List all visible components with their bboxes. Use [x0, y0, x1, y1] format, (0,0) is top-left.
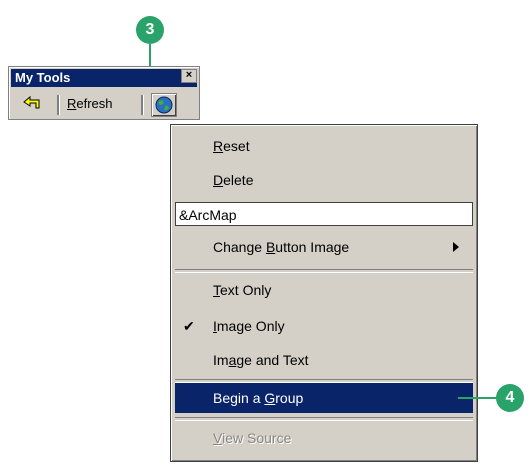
globe-icon — [155, 96, 173, 114]
toolbar-separator — [57, 95, 59, 115]
refresh-mnemonic: R — [67, 96, 77, 111]
toolbar-title-text: My Tools — [15, 70, 71, 85]
menu-item-view-source: View Source — [213, 430, 292, 446]
name-field[interactable]: &ArcMap — [175, 202, 473, 226]
menu-item-reset[interactable]: Reset — [175, 131, 473, 161]
customize-context-menu: Reset Delete &ArcMap Change Button Image… — [170, 124, 478, 462]
toolbar-separator-2 — [141, 95, 143, 115]
up-arrow-button[interactable] — [21, 93, 45, 115]
callout-4: 4 — [496, 384, 524, 412]
menu-item-begin-a-group[interactable]: Begin a Group — [175, 383, 473, 413]
menu-item-image-only[interactable]: ✔ Image Only — [175, 311, 473, 341]
menu-separator-3 — [175, 417, 473, 421]
toolbar-title: My Tools — [11, 69, 197, 87]
toolbar-row: Refresh — [13, 93, 195, 117]
menu-item-text-only[interactable]: Text Only — [175, 275, 473, 305]
close-icon: × — [185, 69, 193, 81]
menu-item-image-and-text[interactable]: Image and Text — [175, 345, 473, 375]
submenu-arrow-icon — [453, 242, 459, 252]
refresh-button[interactable]: Refresh — [67, 93, 113, 115]
my-tools-toolbar: My Tools × Refresh — [8, 66, 200, 120]
check-icon: ✔ — [183, 318, 195, 334]
callout-3: 3 — [136, 16, 164, 44]
callout-4-label: 4 — [505, 389, 515, 406]
callout-4-line — [458, 397, 498, 399]
close-button[interactable]: × — [181, 69, 197, 83]
refresh-label: efresh — [76, 96, 113, 111]
menu-separator — [175, 269, 473, 273]
callout-3-label: 3 — [145, 21, 155, 38]
menu-item-change-button-image[interactable]: Change Button Image — [175, 232, 473, 262]
globe-button[interactable] — [151, 93, 177, 117]
menu-item-delete[interactable]: Delete — [175, 165, 473, 195]
up-arrow-icon — [23, 95, 40, 109]
